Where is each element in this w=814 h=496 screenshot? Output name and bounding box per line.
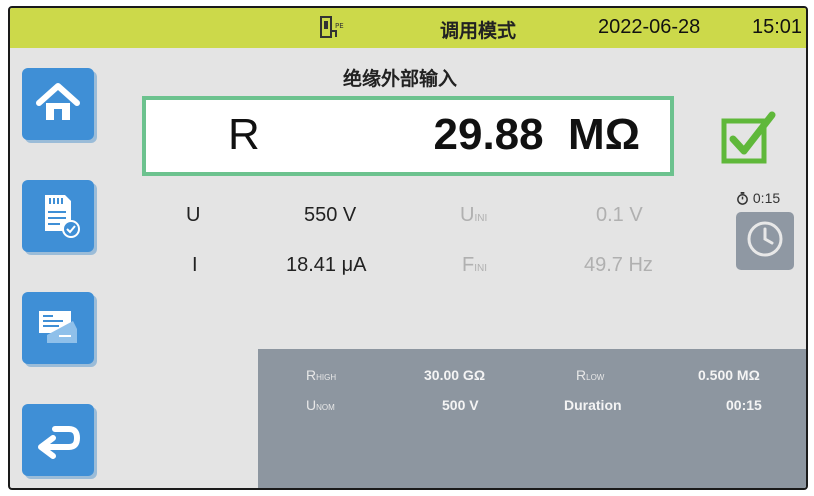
rhigh-value: 30.00 GΩ bbox=[424, 367, 486, 383]
timer-icon bbox=[736, 190, 753, 206]
timer-value: 0:15 bbox=[752, 190, 781, 206]
main-reading-value: 29.88 MΩ bbox=[433, 110, 641, 159]
measurement-title: 绝缘外部输入 bbox=[342, 69, 457, 90]
rlow-value: 0.500 MΩ bbox=[698, 367, 760, 383]
u-label: U bbox=[186, 204, 201, 226]
home-icon bbox=[33, 77, 83, 132]
date-label: 2022-06-28 bbox=[598, 16, 701, 38]
home-button[interactable] bbox=[22, 68, 94, 140]
report-icon bbox=[33, 301, 83, 356]
timer-button[interactable] bbox=[736, 212, 794, 270]
i-label: I bbox=[192, 254, 198, 276]
main-reading-label: R bbox=[228, 110, 260, 159]
check-icon bbox=[720, 109, 778, 167]
main-reading-box: R 29.88 MΩ bbox=[142, 96, 674, 176]
uini-value: 0.1 V bbox=[596, 204, 643, 226]
i-value: 18.41 μA bbox=[286, 254, 367, 276]
clock-icon bbox=[745, 219, 785, 264]
test-parameters-panel: RHIGH 30.00 GΩ RLOW 0.500 MΩ UNOM 500 V … bbox=[258, 349, 806, 488]
sd-card-save-icon bbox=[33, 189, 83, 244]
fini-label: FINI bbox=[462, 254, 487, 276]
back-button[interactable] bbox=[22, 404, 94, 476]
fini-value: 49.7 Hz bbox=[584, 254, 653, 276]
time-label: 15:01 bbox=[752, 16, 803, 38]
save-button[interactable] bbox=[22, 180, 94, 252]
sidebar bbox=[10, 48, 108, 488]
instrument-icon: PE bbox=[318, 15, 344, 41]
return-arrow-icon bbox=[33, 413, 83, 468]
unom-label: UNOM bbox=[306, 397, 335, 413]
duration-value: 00:15 bbox=[726, 397, 762, 413]
u-value: 550 V bbox=[304, 204, 357, 226]
device-screen: PE 调用模式 2022-06-28 15:01 绝缘外部输入 R 29.88 … bbox=[8, 6, 808, 490]
timer-readout: 0:15 bbox=[736, 190, 780, 206]
svg-text:PE: PE bbox=[335, 22, 344, 30]
uini-label: UINI bbox=[460, 204, 488, 226]
report-button[interactable] bbox=[22, 292, 94, 364]
unom-value: 500 V bbox=[442, 397, 479, 413]
rlow-label: RLOW bbox=[576, 367, 605, 383]
status-bar: PE 调用模式 2022-06-28 15:01 bbox=[10, 8, 806, 48]
mode-label: 调用模式 bbox=[440, 21, 517, 42]
duration-label: Duration bbox=[564, 397, 622, 413]
rhigh-label: RHIGH bbox=[306, 367, 337, 383]
